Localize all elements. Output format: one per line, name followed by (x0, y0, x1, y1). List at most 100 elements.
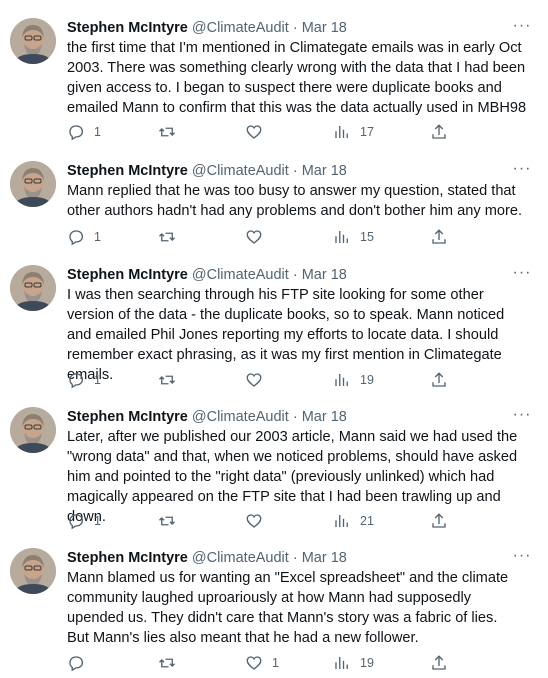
views-icon (335, 126, 348, 138)
share-button[interactable] (430, 227, 448, 247)
tweet-text: Mann blamed us for wanting an "Excel spr… (67, 570, 509, 646)
separator-dot: · (292, 267, 298, 283)
like-button[interactable]: 1 (245, 653, 279, 673)
more-icon[interactable]: ··· (510, 159, 534, 179)
retweet-button[interactable] (158, 122, 185, 142)
reply-count: 1 (94, 230, 101, 244)
retweet-button[interactable] (158, 653, 185, 673)
share-button[interactable] (430, 653, 448, 673)
share-icon (432, 124, 446, 139)
retweet-icon (159, 232, 175, 242)
avatar-photo-icon (10, 548, 56, 594)
avatar[interactable] (10, 548, 56, 594)
tweet[interactable]: Stephen McIntyre @ClimateAudit · Mar 18 … (0, 0, 548, 143)
views-icon (335, 374, 348, 386)
like-count: 1 (272, 656, 279, 670)
views-count: 19 (360, 373, 374, 387)
avatar-photo-icon (10, 265, 56, 311)
tweet-header: Stephen McIntyre @ClimateAudit · Mar 18 … (67, 546, 534, 568)
author-handle[interactable]: @ClimateAudit (192, 163, 289, 179)
tweet[interactable]: Stephen McIntyre @ClimateAudit · Mar 18 … (0, 389, 548, 530)
tweet-text: Mann replied that he was too busy to ans… (67, 183, 523, 219)
avatar[interactable] (10, 407, 56, 453)
like-button[interactable] (245, 511, 272, 531)
share-icon (432, 513, 446, 528)
views-button[interactable]: 17 (333, 122, 374, 142)
tweet-date[interactable]: Mar 18 (302, 267, 347, 283)
retweet-button[interactable] (158, 370, 185, 390)
share-button[interactable] (430, 370, 448, 390)
author-handle[interactable]: @ClimateAudit (192, 267, 289, 283)
views-icon (335, 515, 348, 527)
reply-icon (69, 125, 84, 141)
reply-count: 1 (94, 125, 101, 139)
views-button[interactable]: 19 (333, 653, 374, 673)
avatar-photo-icon (10, 18, 56, 64)
share-icon (432, 655, 446, 670)
views-button[interactable]: 21 (333, 511, 374, 531)
views-button[interactable]: 15 (333, 227, 374, 247)
share-icon (432, 229, 446, 244)
retweet-button[interactable] (158, 511, 185, 531)
tweet-date[interactable]: Mar 18 (302, 409, 347, 425)
views-count: 15 (360, 230, 374, 244)
retweet-icon (159, 375, 175, 385)
avatar[interactable] (10, 161, 56, 207)
reply-button[interactable]: 1 (67, 227, 101, 247)
separator-dot: · (292, 550, 298, 566)
like-icon (246, 230, 262, 244)
author-handle[interactable]: @ClimateAudit (192, 409, 289, 425)
tweet-date[interactable]: Mar 18 (302, 163, 347, 179)
author-name[interactable]: Stephen McIntyre (67, 267, 188, 283)
tweet-header: Stephen McIntyre @ClimateAudit · Mar 18 … (67, 263, 534, 285)
tweet-text: the first time that I'm mentioned in Cli… (67, 40, 530, 116)
avatar[interactable] (10, 265, 56, 311)
retweet-button[interactable] (158, 227, 185, 247)
views-count: 21 (360, 514, 374, 528)
share-button[interactable] (430, 122, 448, 142)
reply-button[interactable]: 1 (67, 370, 101, 390)
tweet[interactable]: Stephen McIntyre @ClimateAudit · Mar 18 … (0, 530, 548, 678)
share-button[interactable] (430, 511, 448, 531)
views-icon (335, 657, 348, 669)
reply-button[interactable]: 1 (67, 511, 101, 531)
author-name[interactable]: Stephen McIntyre (67, 20, 188, 36)
reply-button[interactable]: 1 (67, 122, 101, 142)
avatar-photo-icon (10, 407, 56, 453)
like-button[interactable] (245, 227, 272, 247)
tweet-date[interactable]: Mar 18 (302, 20, 347, 36)
retweet-icon (159, 516, 175, 526)
author-handle[interactable]: @ClimateAudit (192, 550, 289, 566)
author-handle[interactable]: @ClimateAudit (192, 20, 289, 36)
retweet-icon (159, 127, 175, 137)
more-icon[interactable]: ··· (510, 16, 534, 36)
tweet-thread: Stephen McIntyre @ClimateAudit · Mar 18 … (0, 0, 548, 678)
tweet[interactable]: Stephen McIntyre @ClimateAudit · Mar 18 … (0, 143, 548, 247)
reply-icon (69, 373, 84, 389)
like-button[interactable] (245, 370, 272, 390)
author-name[interactable]: Stephen McIntyre (67, 550, 188, 566)
more-icon[interactable]: ··· (510, 546, 534, 566)
separator-dot: · (292, 409, 298, 425)
more-icon[interactable]: ··· (510, 405, 534, 425)
author-name[interactable]: Stephen McIntyre (67, 409, 188, 425)
tweet[interactable]: Stephen McIntyre @ClimateAudit · Mar 18 … (0, 247, 548, 389)
reply-icon (69, 514, 84, 530)
action-bar: 1 17 (67, 122, 467, 142)
avatar-photo-icon (10, 161, 56, 207)
reply-icon (69, 230, 84, 246)
action-bar: 1 19 (67, 370, 467, 390)
like-icon (246, 656, 262, 670)
tweet-header: Stephen McIntyre @ClimateAudit · Mar 18 … (67, 159, 534, 181)
more-icon[interactable]: ··· (510, 263, 534, 283)
reply-count: 1 (94, 373, 101, 387)
reply-button[interactable] (67, 653, 94, 673)
views-button[interactable]: 19 (333, 370, 374, 390)
tweet-date[interactable]: Mar 18 (302, 550, 347, 566)
like-button[interactable] (245, 122, 272, 142)
like-icon (246, 125, 262, 139)
avatar[interactable] (10, 18, 56, 64)
like-icon (246, 373, 262, 387)
author-name[interactable]: Stephen McIntyre (67, 163, 188, 179)
views-count: 17 (360, 125, 374, 139)
